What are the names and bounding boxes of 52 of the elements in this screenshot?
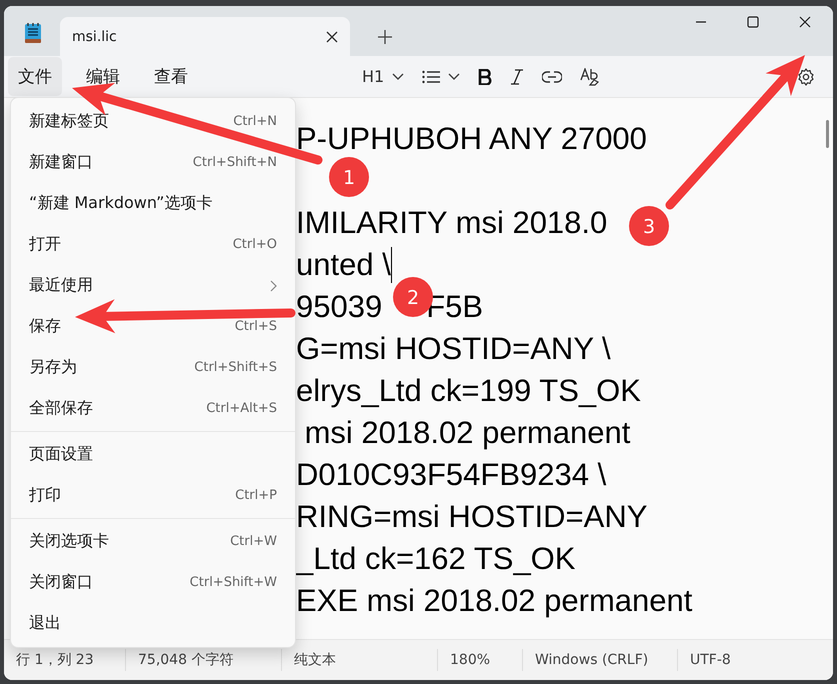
menu-item[interactable]: 打开 Ctrl+O: [11, 224, 295, 265]
chevron-down-icon: [392, 73, 404, 80]
notepad-icon: [24, 22, 42, 44]
chevron-down-icon: [448, 73, 460, 80]
status-text: 行 1，列 23: [4, 649, 126, 671]
text-line: D010C93F54FB9234 \: [296, 456, 606, 494]
menu-bar-item[interactable]: 文件: [8, 57, 62, 96]
text-line: EXE msi 2018.02 permanent: [296, 582, 692, 620]
text-line: G=msi HOSTID=ANY \: [296, 330, 611, 368]
menu-item[interactable]: 最近使用: [11, 265, 295, 306]
status-text: 纯文本: [282, 649, 438, 671]
menu-item[interactable]: 页面设置: [11, 434, 295, 475]
close-icon[interactable]: [326, 30, 338, 42]
italic-icon[interactable]: [510, 68, 524, 84]
menu-item[interactable]: 全部保存 Ctrl+Alt+S: [11, 388, 295, 429]
close-icon[interactable]: [799, 16, 811, 28]
chevron-right-icon: [270, 280, 277, 292]
menu-item[interactable]: 退出: [11, 603, 295, 644]
text-line: RING=msi HOSTID=ANY: [296, 498, 648, 536]
tab[interactable]: msi.lic: [60, 17, 350, 56]
menu-item[interactable]: 关闭窗口 Ctrl+Shift+W: [11, 562, 295, 603]
text-line: _Ltd ck=162 TS_OK: [296, 540, 576, 578]
menu-item[interactable]: 另存为 Ctrl+Shift+S: [11, 347, 295, 388]
maximize-icon[interactable]: [747, 16, 759, 28]
status-text: 75,048 个字符: [126, 649, 282, 671]
link-icon[interactable]: [542, 70, 562, 82]
menu-item[interactable]: “新建 Markdown”选项卡: [11, 183, 295, 224]
text-line: unted \: [296, 246, 391, 284]
menu-item[interactable]: 新建窗口 Ctrl+Shift+N: [11, 142, 295, 183]
status-text: UTF-8: [689, 651, 732, 670]
text-line: elrys_Ltd ck=199 TS_OK: [296, 372, 641, 410]
add-tab-icon[interactable]: [378, 30, 392, 44]
menu-item[interactable]: 打印 Ctrl+P: [11, 475, 295, 516]
heading-dropdown[interactable]: H1: [362, 67, 384, 86]
settings-icon[interactable]: [797, 68, 815, 86]
menu-item[interactable]: 新建标签页 Ctrl+N: [11, 101, 295, 142]
scrollbar[interactable]: [826, 120, 829, 148]
menu-item[interactable]: 保存 Ctrl+S: [11, 306, 295, 347]
list-icon[interactable]: [422, 70, 440, 84]
text-line: msi 2018.02 permanent: [304, 414, 630, 452]
text-line: 95039: [296, 288, 382, 326]
step-badge: 1: [329, 157, 369, 197]
menu-bar-item[interactable]: 编辑: [76, 57, 130, 96]
status-text: Windows (CRLF): [523, 649, 678, 671]
menu-bar-item[interactable]: 查看: [144, 57, 198, 96]
text-line: IMILARITY msi 2018.0: [296, 204, 608, 242]
step-badge: 3: [629, 206, 669, 246]
status-text: 180%: [438, 649, 523, 671]
spellcheck-icon[interactable]: [580, 68, 600, 86]
text-line: P-UPHUBOH ANY 27000: [296, 120, 647, 158]
bold-icon[interactable]: [478, 68, 492, 84]
menu-item[interactable]: 关闭选项卡 Ctrl+W: [11, 521, 295, 562]
